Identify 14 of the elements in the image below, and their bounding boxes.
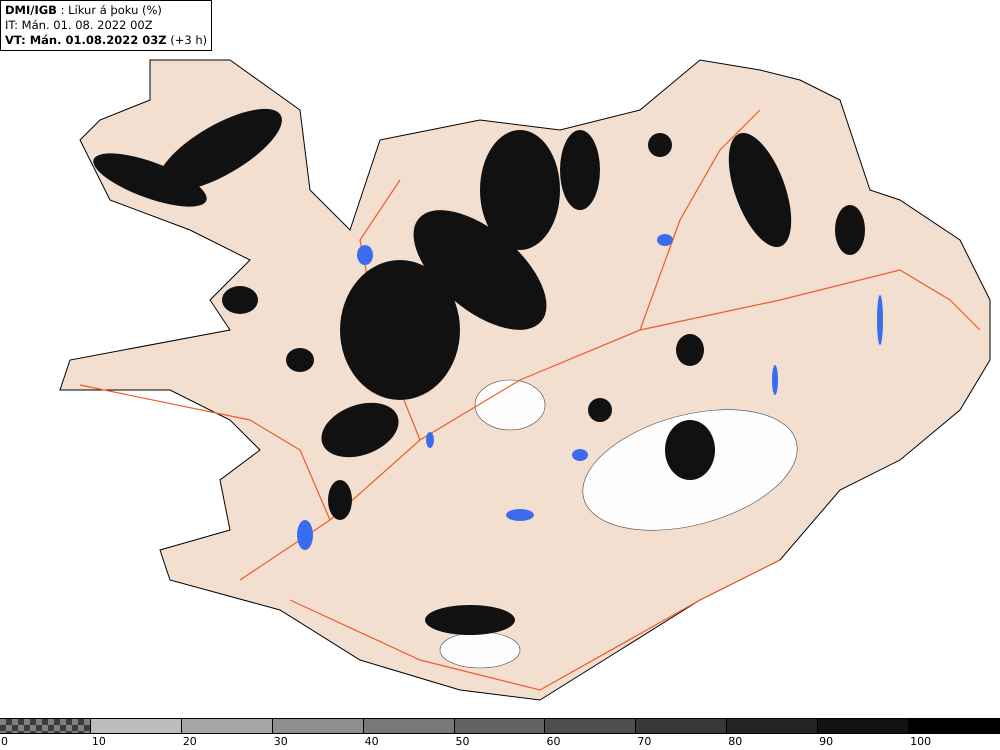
legend-tick-label: 30 — [272, 734, 288, 750]
legend-tick-label: 60 — [545, 734, 560, 750]
legend-tick-label: 70 — [636, 734, 652, 750]
legend-tick-label: 80 — [727, 734, 742, 750]
legend-tick-label: 50 — [454, 734, 470, 750]
title-line: IT: Mán. 01. 08. 2022 00Z — [5, 18, 154, 33]
title-line: VT: Mán. 01.08.2022 03Z (+3 h) — [5, 33, 208, 48]
legend-tick-label: 10 — [90, 734, 106, 750]
legend-tick-label: 90 — [818, 734, 834, 750]
legend-tick-label: 20 — [182, 734, 197, 750]
legend-tick-label: 0 — [0, 734, 8, 750]
legend-tick-label: 40 — [364, 734, 379, 750]
title-line: DMI/IGB : Líkur á þoku (%) — [5, 3, 163, 18]
legend-tick-label: 100 — [909, 734, 932, 750]
